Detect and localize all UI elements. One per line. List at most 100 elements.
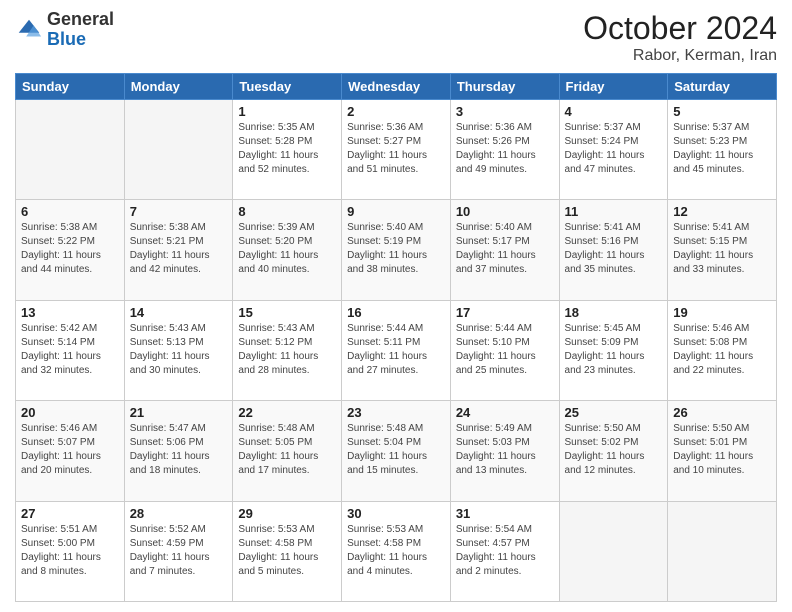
day-number: 10 <box>456 204 554 219</box>
day-info: Sunrise: 5:40 AMSunset: 5:17 PMDaylight:… <box>456 221 554 277</box>
logo-general: General <box>47 9 114 29</box>
day-info: Sunrise: 5:53 AMSunset: 4:58 PMDaylight:… <box>347 523 445 579</box>
day-info: Sunrise: 5:54 AMSunset: 4:57 PMDaylight:… <box>456 523 554 579</box>
weekday-header-monday: Monday <box>124 74 233 100</box>
day-info: Sunrise: 5:40 AMSunset: 5:19 PMDaylight:… <box>347 221 445 277</box>
day-number: 5 <box>673 104 771 119</box>
day-cell: 23 Sunrise: 5:48 AMSunset: 5:04 PMDayligh… <box>342 401 451 501</box>
day-info: Sunrise: 5:48 AMSunset: 5:04 PMDaylight:… <box>347 422 445 478</box>
day-info: Sunrise: 5:43 AMSunset: 5:13 PMDaylight:… <box>130 322 228 378</box>
logo-blue: Blue <box>47 29 86 49</box>
day-number: 16 <box>347 305 445 320</box>
day-cell: 22 Sunrise: 5:48 AMSunset: 5:05 PMDayligh… <box>233 401 342 501</box>
day-info: Sunrise: 5:53 AMSunset: 4:58 PMDaylight:… <box>238 523 336 579</box>
day-number: 24 <box>456 405 554 420</box>
day-cell: 21Sunrise: 5:47 AMSunset: 5:06 PMDayligh… <box>124 401 233 501</box>
day-number: 30 <box>347 506 445 521</box>
header: General Blue October 2024 Rabor, Kerman,… <box>15 10 777 65</box>
calendar: SundayMondayTuesdayWednesdayThursdayFrid… <box>15 73 777 602</box>
day-cell: 27 Sunrise: 5:51 AMSunset: 5:00 PMDayligh… <box>16 501 125 601</box>
day-number: 13 <box>21 305 119 320</box>
page: General Blue October 2024 Rabor, Kerman,… <box>0 0 792 612</box>
day-number: 14 <box>130 305 228 320</box>
day-cell: 17Sunrise: 5:44 AMSunset: 5:10 PMDayligh… <box>450 300 559 400</box>
day-info: Sunrise: 5:52 AMSunset: 4:59 PMDaylight:… <box>130 523 228 579</box>
day-cell: 2 Sunrise: 5:36 AMSunset: 5:27 PMDaylight… <box>342 100 451 200</box>
logo: General Blue <box>15 10 114 50</box>
day-cell: 1Sunrise: 5:35 AMSunset: 5:28 PMDaylight… <box>233 100 342 200</box>
week-row-1: 1Sunrise: 5:35 AMSunset: 5:28 PMDaylight… <box>16 100 777 200</box>
week-row-4: 20 Sunrise: 5:46 AMSunset: 5:07 PMDayligh… <box>16 401 777 501</box>
day-info: Sunrise: 5:51 AMSunset: 5:00 PMDaylight:… <box>21 523 119 579</box>
day-info: Sunrise: 5:37 AMSunset: 5:23 PMDaylight:… <box>673 121 771 177</box>
day-number: 7 <box>130 204 228 219</box>
day-info: Sunrise: 5:38 AMSunset: 5:22 PMDaylight:… <box>21 221 119 277</box>
logo-text: General Blue <box>47 10 114 50</box>
day-cell <box>124 100 233 200</box>
day-info: Sunrise: 5:46 AMSunset: 5:08 PMDaylight:… <box>673 322 771 378</box>
weekday-header-row: SundayMondayTuesdayWednesdayThursdayFrid… <box>16 74 777 100</box>
day-info: Sunrise: 5:50 AMSunset: 5:01 PMDaylight:… <box>673 422 771 478</box>
day-cell <box>16 100 125 200</box>
day-cell: 5 Sunrise: 5:37 AMSunset: 5:23 PMDaylight… <box>668 100 777 200</box>
day-cell: 11 Sunrise: 5:41 AMSunset: 5:16 PMDayligh… <box>559 200 668 300</box>
day-cell: 7 Sunrise: 5:38 AMSunset: 5:21 PMDaylight… <box>124 200 233 300</box>
day-info: Sunrise: 5:37 AMSunset: 5:24 PMDaylight:… <box>565 121 663 177</box>
day-info: Sunrise: 5:41 AMSunset: 5:16 PMDaylight:… <box>565 221 663 277</box>
day-number: 31 <box>456 506 554 521</box>
day-number: 19 <box>673 305 771 320</box>
logo-icon <box>15 16 43 44</box>
day-info: Sunrise: 5:48 AMSunset: 5:05 PMDaylight:… <box>238 422 336 478</box>
week-row-5: 27 Sunrise: 5:51 AMSunset: 5:00 PMDayligh… <box>16 501 777 601</box>
weekday-header-tuesday: Tuesday <box>233 74 342 100</box>
day-cell: 20 Sunrise: 5:46 AMSunset: 5:07 PMDayligh… <box>16 401 125 501</box>
weekday-header-friday: Friday <box>559 74 668 100</box>
day-cell: 28Sunrise: 5:52 AMSunset: 4:59 PMDayligh… <box>124 501 233 601</box>
week-row-3: 13 Sunrise: 5:42 AMSunset: 5:14 PMDayligh… <box>16 300 777 400</box>
day-info: Sunrise: 5:36 AMSunset: 5:27 PMDaylight:… <box>347 121 445 177</box>
day-number: 25 <box>565 405 663 420</box>
day-info: Sunrise: 5:38 AMSunset: 5:21 PMDaylight:… <box>130 221 228 277</box>
day-info: Sunrise: 5:45 AMSunset: 5:09 PMDaylight:… <box>565 322 663 378</box>
day-number: 3 <box>456 104 554 119</box>
day-info: Sunrise: 5:47 AMSunset: 5:06 PMDaylight:… <box>130 422 228 478</box>
day-cell: 18 Sunrise: 5:45 AMSunset: 5:09 PMDayligh… <box>559 300 668 400</box>
day-cell: 6Sunrise: 5:38 AMSunset: 5:22 PMDaylight… <box>16 200 125 300</box>
location-title: Rabor, Kerman, Iran <box>583 47 777 65</box>
day-cell: 31 Sunrise: 5:54 AMSunset: 4:57 PMDayligh… <box>450 501 559 601</box>
title-block: October 2024 Rabor, Kerman, Iran <box>583 10 777 65</box>
day-number: 20 <box>21 405 119 420</box>
day-number: 27 <box>21 506 119 521</box>
day-cell: 15 Sunrise: 5:43 AMSunset: 5:12 PMDayligh… <box>233 300 342 400</box>
day-number: 18 <box>565 305 663 320</box>
day-number: 15 <box>238 305 336 320</box>
day-number: 2 <box>347 104 445 119</box>
day-info: Sunrise: 5:49 AMSunset: 5:03 PMDaylight:… <box>456 422 554 478</box>
day-number: 4 <box>565 104 663 119</box>
day-info: Sunrise: 5:46 AMSunset: 5:07 PMDaylight:… <box>21 422 119 478</box>
day-number: 11 <box>565 204 663 219</box>
day-cell: 10 Sunrise: 5:40 AMSunset: 5:17 PMDayligh… <box>450 200 559 300</box>
day-number: 17 <box>456 305 554 320</box>
day-cell: 19 Sunrise: 5:46 AMSunset: 5:08 PMDayligh… <box>668 300 777 400</box>
day-info: Sunrise: 5:42 AMSunset: 5:14 PMDaylight:… <box>21 322 119 378</box>
weekday-header-sunday: Sunday <box>16 74 125 100</box>
day-number: 22 <box>238 405 336 420</box>
day-cell: 12Sunrise: 5:41 AMSunset: 5:15 PMDayligh… <box>668 200 777 300</box>
day-info: Sunrise: 5:43 AMSunset: 5:12 PMDaylight:… <box>238 322 336 378</box>
day-number: 26 <box>673 405 771 420</box>
day-cell: 16 Sunrise: 5:44 AMSunset: 5:11 PMDayligh… <box>342 300 451 400</box>
day-cell <box>668 501 777 601</box>
month-title: October 2024 <box>583 10 777 47</box>
day-cell <box>559 501 668 601</box>
day-info: Sunrise: 5:36 AMSunset: 5:26 PMDaylight:… <box>456 121 554 177</box>
day-info: Sunrise: 5:44 AMSunset: 5:11 PMDaylight:… <box>347 322 445 378</box>
weekday-header-saturday: Saturday <box>668 74 777 100</box>
day-cell: 8Sunrise: 5:39 AMSunset: 5:20 PMDaylight… <box>233 200 342 300</box>
day-number: 9 <box>347 204 445 219</box>
day-number: 23 <box>347 405 445 420</box>
day-number: 29 <box>238 506 336 521</box>
week-row-2: 6Sunrise: 5:38 AMSunset: 5:22 PMDaylight… <box>16 200 777 300</box>
weekday-header-thursday: Thursday <box>450 74 559 100</box>
day-cell: 14 Sunrise: 5:43 AMSunset: 5:13 PMDayligh… <box>124 300 233 400</box>
